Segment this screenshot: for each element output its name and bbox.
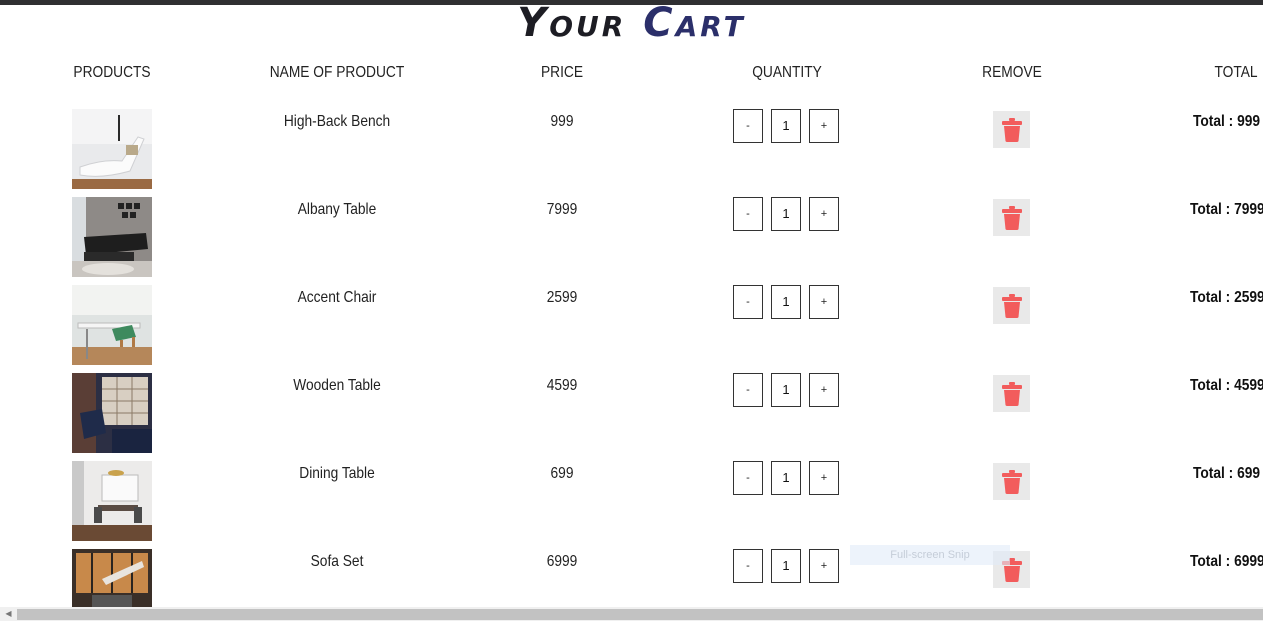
remove-button[interactable]	[993, 375, 1030, 412]
column-header-total: TOTAL	[1214, 64, 1258, 81]
column-header-name: NAME OF PRODUCT	[269, 64, 405, 81]
product-price: 999	[550, 113, 574, 130]
column-header-remove: REMOVE	[982, 64, 1042, 81]
cart-row: Accent Chair 2599 - 1 + Total : 2599	[0, 285, 1263, 373]
cart-row: Albany Table 7999 - 1 + Total : 7999	[0, 197, 1263, 285]
quantity-decrease-button[interactable]: -	[733, 197, 763, 231]
quantity-value[interactable]: 1	[771, 197, 801, 231]
quantity-increase-button[interactable]: +	[809, 373, 839, 407]
remove-button[interactable]	[993, 111, 1030, 148]
product-price: 7999	[546, 201, 578, 218]
row-total: Total : 999 (	[1193, 113, 1263, 130]
scrollbar-thumb[interactable]	[17, 609, 1263, 620]
trash-icon	[1001, 117, 1022, 142]
product-thumbnail	[72, 285, 152, 365]
quantity-decrease-button[interactable]: -	[733, 285, 763, 319]
trash-icon	[1001, 205, 1022, 230]
quantity-value[interactable]: 1	[771, 109, 801, 143]
column-header-quantity: QUANTITY	[752, 64, 822, 81]
row-total: Total : 2599	[1190, 289, 1263, 306]
product-price: 2599	[546, 289, 578, 306]
trash-icon	[1001, 469, 1022, 494]
column-header-price: PRICE	[540, 64, 584, 81]
product-name: Accent Chair	[297, 289, 377, 306]
quantity-value[interactable]: 1	[771, 285, 801, 319]
quantity-decrease-button[interactable]: -	[733, 549, 763, 583]
quantity-increase-button[interactable]: +	[809, 461, 839, 495]
column-header-products: PRODUCTS	[73, 64, 151, 81]
horizontal-scrollbar[interactable]: ◀	[0, 607, 1263, 621]
cart-row: Dining Table 699 - 1 + Total : 699 (	[0, 461, 1263, 549]
product-price: 699	[550, 465, 574, 482]
quantity-increase-button[interactable]: +	[809, 109, 839, 143]
product-name: High-Back Bench	[283, 113, 391, 130]
product-price: 4599	[546, 377, 578, 394]
product-thumbnail	[72, 197, 152, 277]
cart-row: High-Back Bench 999 - 1 + Total : 999 (	[0, 109, 1263, 197]
quantity-increase-button[interactable]: +	[809, 549, 839, 583]
product-name: Wooden Table	[293, 377, 381, 394]
quantity-decrease-button[interactable]: -	[733, 109, 763, 143]
quantity-decrease-button[interactable]: -	[733, 461, 763, 495]
quantity-value[interactable]: 1	[771, 373, 801, 407]
row-total: Total : 4599	[1190, 377, 1263, 394]
trash-icon	[1001, 293, 1022, 318]
quantity-increase-button[interactable]: +	[809, 197, 839, 231]
trash-icon	[1001, 381, 1022, 406]
scroll-left-icon[interactable]: ◀	[0, 607, 17, 621]
cart-row: Sofa Set 6999 - 1 + Total : 6999	[0, 549, 1263, 637]
quantity-value[interactable]: 1	[771, 549, 801, 583]
product-name: Sofa Set	[310, 553, 364, 570]
product-thumbnail	[72, 373, 152, 453]
page-title-word-2: Cart	[643, 0, 746, 46]
quantity-decrease-button[interactable]: -	[733, 373, 763, 407]
product-thumbnail	[72, 109, 152, 189]
remove-button[interactable]	[993, 199, 1030, 236]
quantity-increase-button[interactable]: +	[809, 285, 839, 319]
product-name: Dining Table	[299, 465, 375, 482]
product-thumbnail	[72, 549, 152, 607]
remove-button[interactable]	[993, 463, 1030, 500]
cart-row: Wooden Table 4599 - 1 + Total : 4599	[0, 373, 1263, 461]
full-screen-snip-overlay[interactable]: Full-screen Snip	[850, 545, 1010, 565]
remove-button[interactable]	[993, 287, 1030, 324]
page-title: Your Cart	[0, 0, 1263, 46]
row-total: Total : 7999	[1190, 201, 1263, 218]
product-thumbnail	[72, 461, 152, 541]
product-price: 6999	[546, 553, 578, 570]
product-name: Albany Table	[297, 201, 377, 218]
quantity-value[interactable]: 1	[771, 461, 801, 495]
page-title-word-1: Your	[517, 0, 627, 46]
row-total: Total : 699 (	[1193, 465, 1263, 482]
row-total: Total : 6999	[1190, 553, 1263, 570]
